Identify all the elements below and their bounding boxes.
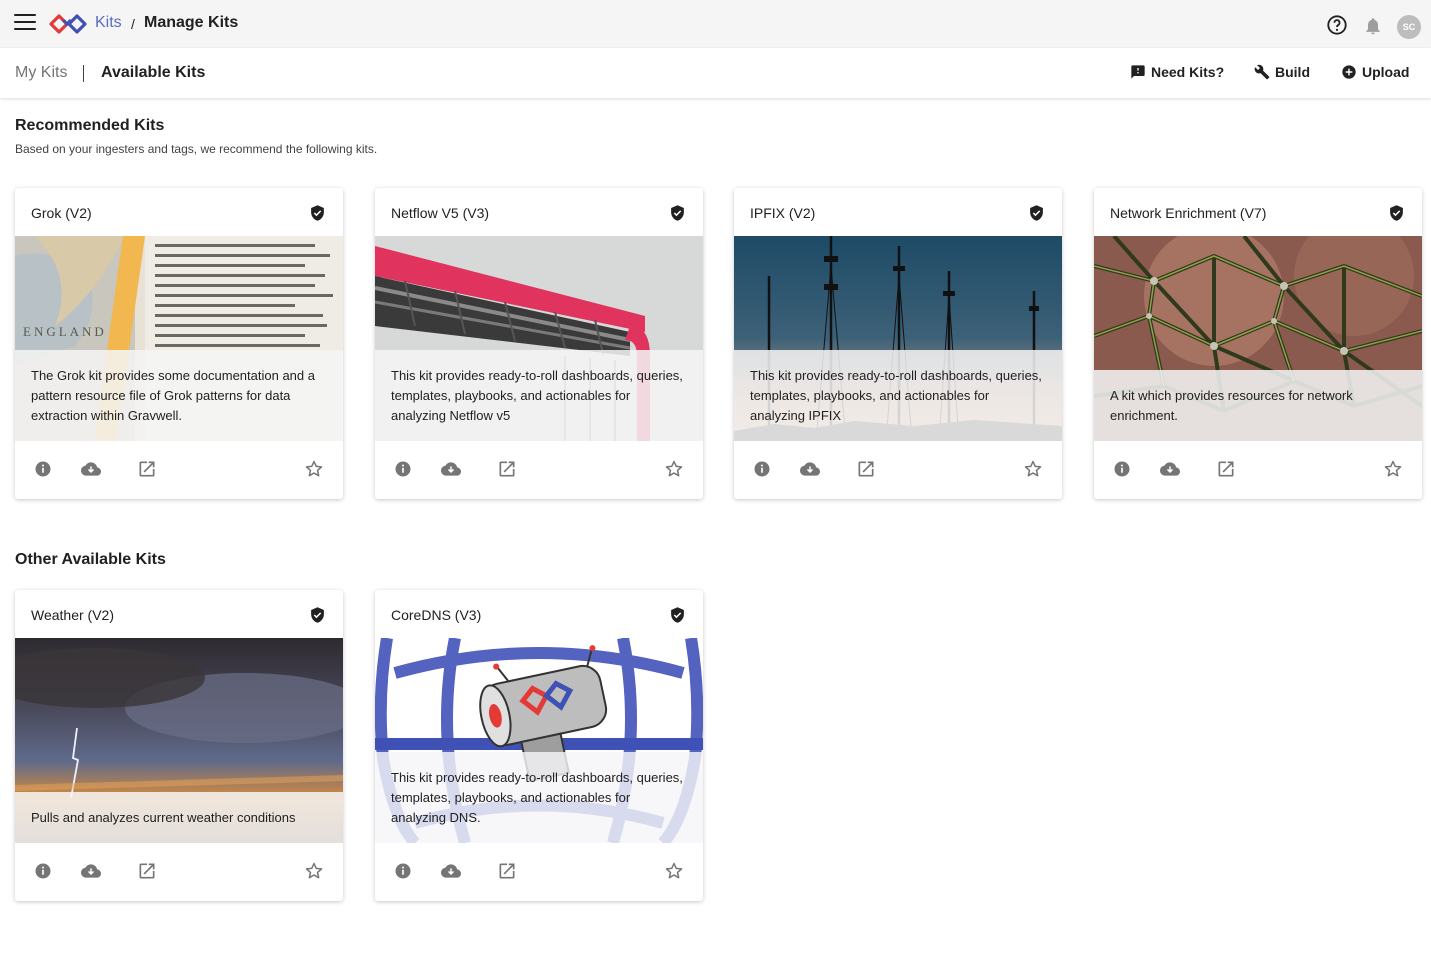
kit-card-actions (734, 441, 1062, 499)
tab-my-kits[interactable]: My Kits (15, 64, 67, 82)
help-icon[interactable] (1326, 14, 1348, 36)
info-icon[interactable] (33, 459, 53, 479)
other-kits-heading: Other Available Kits (15, 551, 166, 568)
cloud-download-icon[interactable] (1159, 459, 1181, 479)
kit-card-actions (15, 441, 343, 499)
open-in-new-icon[interactable] (137, 861, 157, 881)
open-in-new-icon[interactable] (856, 459, 876, 479)
kits-subnav: My Kits Available Kits Need Kits? Build … (0, 48, 1431, 98)
svg-text:ENGLAND: ENGLAND (23, 324, 107, 339)
verified-shield-icon (1390, 205, 1403, 221)
menu-icon[interactable] (14, 14, 36, 32)
open-in-new-icon[interactable] (1216, 459, 1236, 479)
kit-card-header: IPFIX (V2) (734, 188, 1062, 236)
kit-card-grok[interactable]: Grok (V2) ENGLAND The Grok kit provides … (15, 188, 343, 499)
add-circle-icon (1342, 65, 1356, 79)
kit-card-image: This kit provides ready-to-roll dashboar… (375, 236, 703, 441)
cloud-download-icon[interactable] (440, 861, 462, 881)
info-icon[interactable] (1112, 459, 1132, 479)
kit-card-title: IPFIX (V2) (750, 205, 816, 221)
kit-card-actions (1094, 441, 1422, 499)
tab-divider (83, 65, 84, 82)
build-label: Build (1275, 64, 1310, 80)
kit-card-network-enrichment[interactable]: Network Enrichment (V7) A kit which prov… (1094, 188, 1422, 499)
kit-card-image: ENGLAND The Grok kit provides some docum… (15, 236, 343, 441)
kit-card-title: Grok (V2) (31, 205, 92, 221)
verified-shield-icon (1030, 205, 1043, 221)
kit-card-header: Network Enrichment (V7) (1094, 188, 1422, 236)
kit-card-description: This kit provides ready-to-roll dashboar… (734, 350, 1062, 441)
star-outline-icon[interactable] (1023, 459, 1043, 479)
need-kits-button[interactable]: Need Kits? (1130, 64, 1224, 80)
breadcrumb-kits-link[interactable]: Kits (95, 14, 122, 32)
open-in-new-icon[interactable] (497, 459, 517, 479)
kit-card-actions (15, 843, 343, 901)
cloud-download-icon[interactable] (80, 861, 102, 881)
upload-label: Upload (1362, 64, 1410, 80)
open-in-new-icon[interactable] (497, 861, 517, 881)
kit-card-netflow[interactable]: Netflow V5 (V3) This kit provides ready-… (375, 188, 703, 499)
kit-card-description: The Grok kit provides some documentation… (15, 350, 343, 441)
top-app-bar: Kits / Manage Kits SC (0, 0, 1431, 48)
kit-card-image: A kit which provides resources for netwo… (1094, 236, 1422, 441)
gravwell-logo[interactable] (48, 11, 88, 37)
verified-shield-icon (671, 607, 684, 623)
kit-card-title: Weather (V2) (31, 607, 114, 623)
kit-card-header: Weather (V2) (15, 590, 343, 638)
kit-card-weather[interactable]: Weather (V2) Pulls and analyzes current … (15, 590, 343, 901)
upload-button[interactable]: Upload (1341, 64, 1409, 80)
cloud-download-icon[interactable] (440, 459, 462, 479)
page-title: Manage Kits (144, 14, 239, 31)
breadcrumb-separator: / (131, 16, 135, 32)
kit-card-image: This kit provides ready-to-roll dashboar… (375, 638, 703, 843)
kit-card-title: Network Enrichment (V7) (1110, 205, 1267, 221)
kit-card-coredns[interactable]: CoreDNS (V3) This kit provides ready-to-… (375, 590, 703, 901)
kit-card-description: This kit provides ready-to-roll dashboar… (375, 350, 703, 441)
tab-available-kits[interactable]: Available Kits (101, 64, 205, 82)
verified-shield-icon (671, 205, 684, 221)
kit-card-title: CoreDNS (V3) (391, 607, 482, 623)
star-outline-icon[interactable] (304, 861, 324, 881)
recommended-kits-heading: Recommended Kits (15, 117, 165, 134)
kit-card-title: Netflow V5 (V3) (391, 205, 490, 221)
avatar[interactable]: SC (1397, 15, 1421, 39)
kit-card-ipfix[interactable]: IPFIX (V2) This kit provides ready-to-ro… (734, 188, 1062, 499)
verified-shield-icon (311, 205, 324, 221)
bell-icon[interactable] (1363, 16, 1383, 36)
kit-card-image: This kit provides ready-to-roll dashboar… (734, 236, 1062, 441)
feedback-icon (1131, 65, 1145, 79)
need-kits-label: Need Kits? (1151, 64, 1225, 80)
kit-card-header: Grok (V2) (15, 188, 343, 236)
kit-card-header: CoreDNS (V3) (375, 590, 703, 638)
verified-shield-icon (311, 607, 324, 623)
info-icon[interactable] (393, 861, 413, 881)
info-icon[interactable] (33, 861, 53, 881)
kit-card-header: Netflow V5 (V3) (375, 188, 703, 236)
star-outline-icon[interactable] (664, 861, 684, 881)
star-outline-icon[interactable] (1383, 459, 1403, 479)
kit-card-description: A kit which provides resources for netwo… (1094, 370, 1422, 441)
open-in-new-icon[interactable] (137, 459, 157, 479)
kit-card-description: This kit provides ready-to-roll dashboar… (375, 752, 703, 843)
kit-card-actions (375, 441, 703, 499)
recommended-kits-subtitle: Based on your ingesters and tags, we rec… (15, 142, 378, 156)
info-icon[interactable] (752, 459, 772, 479)
info-icon[interactable] (393, 459, 413, 479)
kit-card-image: Pulls and analyzes current weather condi… (15, 638, 343, 843)
star-outline-icon[interactable] (304, 459, 324, 479)
cloud-download-icon[interactable] (799, 459, 821, 479)
kit-card-description: Pulls and analyzes current weather condi… (15, 792, 343, 843)
wrench-icon (1254, 64, 1270, 80)
cloud-download-icon[interactable] (80, 459, 102, 479)
build-button[interactable]: Build (1254, 64, 1310, 80)
star-outline-icon[interactable] (664, 459, 684, 479)
kit-card-actions (375, 843, 703, 901)
